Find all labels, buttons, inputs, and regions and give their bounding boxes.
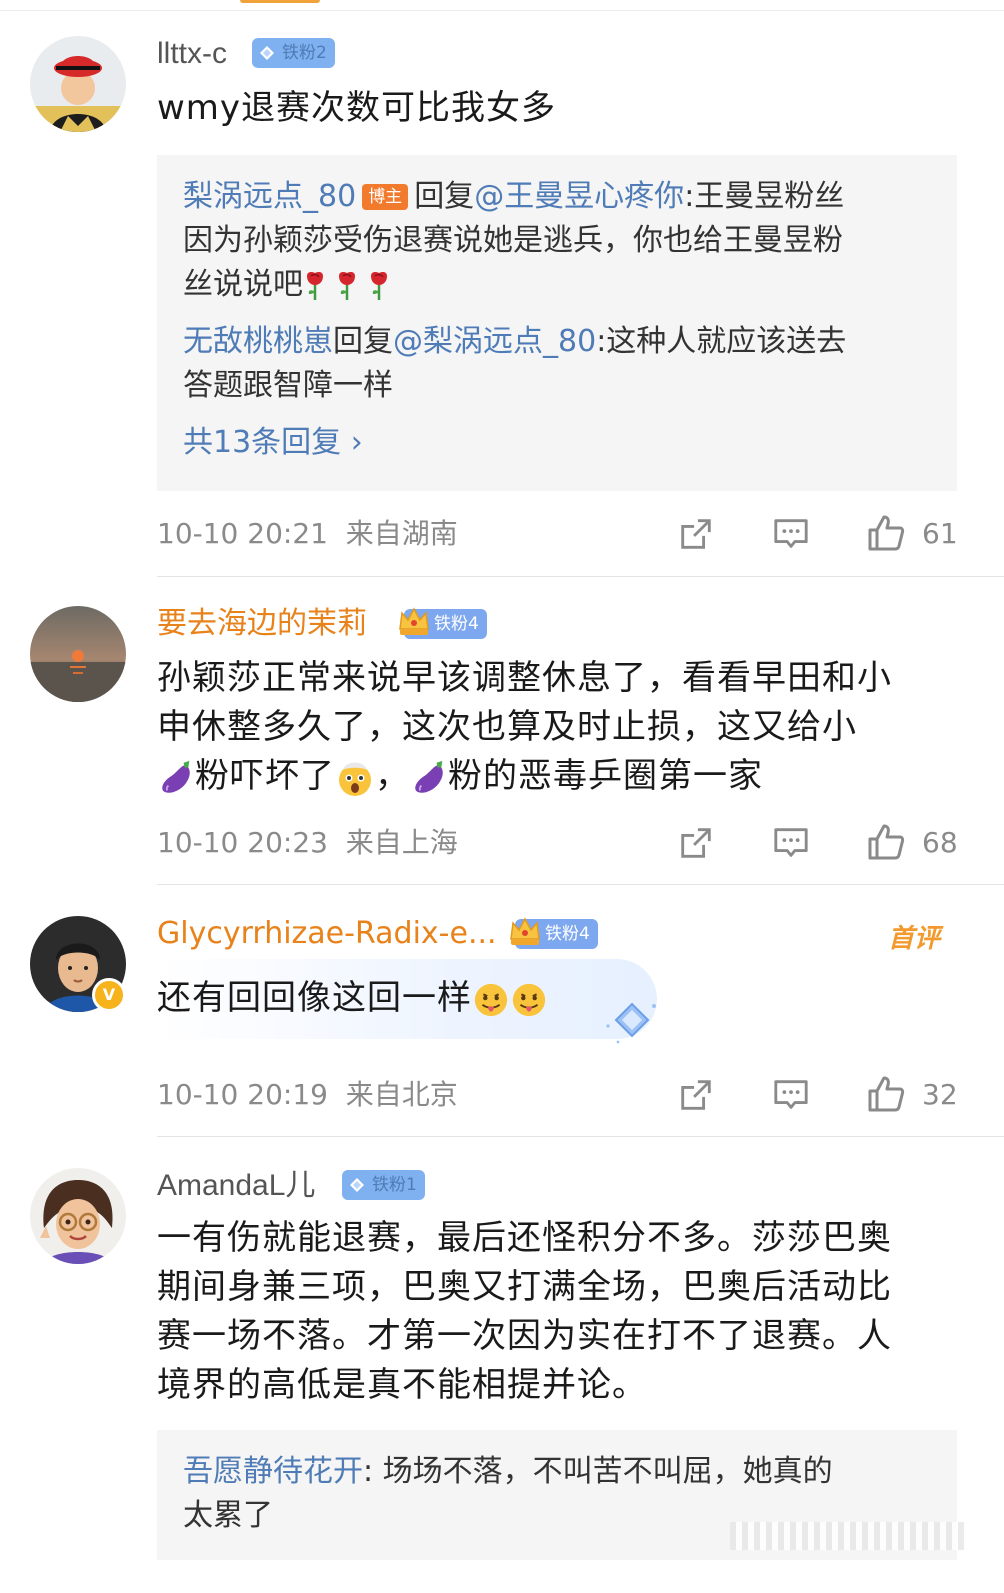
comment-text-line: 境界的高低是真不能相提并论。: [157, 1365, 647, 1405]
comment-text-line: 粉的恶毒乒圈第一家: [448, 756, 763, 796]
like-count: 32: [922, 1078, 958, 1111]
avatar[interactable]: [30, 36, 126, 132]
divider: [157, 576, 1004, 577]
share-icon[interactable]: [677, 515, 715, 553]
location: 来自上海: [345, 826, 458, 859]
eggplant-emoji: [157, 758, 195, 798]
comment-icon[interactable]: [772, 1076, 810, 1114]
reply-username[interactable]: 吾愿静待花开: [183, 1454, 363, 1489]
comment-text-line: 孙颖莎正常来说早该调整休息了，看看早田和小: [157, 658, 892, 698]
reply-text: :这种人就应该送去: [596, 324, 847, 359]
gem-icon: [349, 1177, 365, 1193]
divider: [157, 884, 1004, 885]
comment-meta: 10-10 20:19 来自北京: [157, 1077, 458, 1113]
comment-item: 要去海边的茉莉 铁粉4 孙颖莎正常来说早该调整休息了，看看早田和小 申休整多久了…: [0, 578, 1004, 886]
divider: [157, 1136, 1004, 1137]
share-icon[interactable]: [677, 824, 715, 862]
comment-item: V Glycyrrhizae-Radix-e... 铁粉4 首评 还有回回像这回…: [0, 886, 1004, 1138]
rose-emoji: [335, 270, 359, 302]
reply-line: 梨涡远点_80 博主 回复@王曼昱心疼你:王曼昱粉丝 因为孙颖莎受伤退赛说她是逃兵，…: [183, 175, 913, 307]
eggplant-emoji: [410, 758, 448, 798]
fan-badge-label: 铁粉2: [282, 43, 327, 63]
tongue-emoji: [472, 981, 510, 1019]
timestamp: 10-10 20:21: [157, 517, 328, 550]
watermark: [730, 1522, 970, 1550]
like-icon[interactable]: [866, 513, 906, 553]
blogger-tag: 博主: [362, 184, 409, 210]
crown-icon: [507, 913, 543, 949]
comment-meta: 10-10 20:21 来自湖南: [157, 516, 458, 552]
verified-badge: V: [92, 978, 126, 1012]
fan-badge[interactable]: 铁粉4: [404, 609, 487, 639]
mention-link[interactable]: @梨涡远点_80: [393, 324, 596, 359]
location: 来自北京: [345, 1078, 458, 1111]
fan-badge[interactable]: 铁粉2: [252, 38, 335, 68]
like-count: 68: [922, 826, 958, 859]
shocked-emoji: [335, 758, 375, 798]
reply-text: 丝说说吧: [183, 267, 303, 302]
gem-icon: [259, 45, 275, 61]
timestamp: 10-10 20:23: [157, 826, 328, 859]
reply-verb: 回复: [333, 324, 393, 359]
reply-preview-box[interactable]: 梨涡远点_80 博主 回复@王曼昱心疼你:王曼昱粉丝 因为孙颖莎受伤退赛说她是逃兵，…: [157, 155, 957, 491]
comment-text-line: ，: [375, 756, 410, 796]
fan-badge-label: 铁粉1: [372, 1175, 417, 1195]
comment-text-line: 粉吓坏了: [195, 756, 335, 796]
username[interactable]: llttx-c: [157, 36, 227, 72]
comment-text: wmy退赛次数可比我女多: [157, 88, 557, 128]
fan-badge-label: 铁粉4: [545, 924, 590, 944]
rose-emoji: [303, 270, 327, 302]
reply-line: 无敌桃桃崽回复@梨涡远点_80:这种人就应该送去 答题跟智障一样: [183, 320, 913, 408]
location: 来自湖南: [345, 517, 458, 550]
fan-badge[interactable]: 铁粉1: [342, 1170, 425, 1200]
comment-text-line: 还有回回像这回一样: [157, 978, 472, 1018]
avatar[interactable]: [30, 606, 126, 702]
reply-text: 答题跟智障一样: [183, 368, 393, 403]
reply-text: 因为孙颖莎受伤退赛说她是逃兵，你也给王曼昱粉: [183, 223, 843, 258]
comment-item: llttx-c 铁粉2 wmy退赛次数可比我女多 梨涡远点_80 博主 回复@王曼昱…: [0, 0, 1004, 578]
comment-text-line: 期间身兼三项，巴奥又打满全场，巴奥后活动比: [157, 1267, 892, 1307]
like-icon[interactable]: [866, 1074, 906, 1114]
timestamp: 10-10 20:19: [157, 1078, 328, 1111]
like-icon[interactable]: [866, 822, 906, 862]
reply-username[interactable]: 无敌桃桃崽: [183, 324, 333, 359]
like-count: 61: [922, 517, 958, 550]
username[interactable]: AmandaL儿: [157, 1168, 315, 1204]
comment-meta: 10-10 20:23 来自上海: [157, 825, 458, 861]
comment-text: 孙颖莎正常来说早该调整休息了，看看早田和小 申休整多久了，这次也算及时止损，这又…: [157, 654, 957, 801]
fan-badge[interactable]: 铁粉4: [515, 919, 598, 949]
tongue-emoji: [510, 981, 548, 1019]
share-icon[interactable]: [677, 1076, 715, 1114]
crown-icon: [396, 603, 432, 639]
comment-icon[interactable]: [772, 515, 810, 553]
fan-badge-label: 铁粉4: [434, 614, 479, 634]
username[interactable]: 要去海边的茉莉: [157, 606, 367, 642]
view-all-replies-link[interactable]: 共13条回复 ›: [183, 423, 363, 463]
reply-text: :王曼昱粉丝: [684, 179, 845, 214]
comment-text-line: 一有伤就能退赛，最后还怪积分不多。莎莎巴奥: [157, 1218, 892, 1258]
comment-text: 一有伤就能退赛，最后还怪积分不多。莎莎巴奥 期间身兼三项，巴奥又打满全场，巴奥后…: [157, 1214, 957, 1410]
rose-emoji: [367, 270, 391, 302]
comment-text-line: 申休整多久了，这次也算及时止损，这又给小: [157, 707, 857, 747]
first-comment-tag: 首评: [888, 924, 941, 954]
reply-text: 太累了: [183, 1498, 273, 1533]
reply-verb: 回复: [414, 179, 475, 214]
avatar[interactable]: [30, 1168, 126, 1264]
reply-text: : 场场不落，不叫苦不叫屈，她真的: [363, 1454, 833, 1489]
comment-text: 还有回回像这回一样: [157, 974, 957, 1023]
comment-text-line: 赛一场不落。才第一次因为实在打不了退赛。人: [157, 1316, 892, 1356]
username[interactable]: Glycyrrhizae-Radix-e...: [157, 916, 497, 952]
mention-link[interactable]: @王曼昱心疼你: [474, 179, 684, 214]
reply-username[interactable]: 梨涡远点_80: [183, 179, 356, 214]
comment-icon[interactable]: [772, 824, 810, 862]
